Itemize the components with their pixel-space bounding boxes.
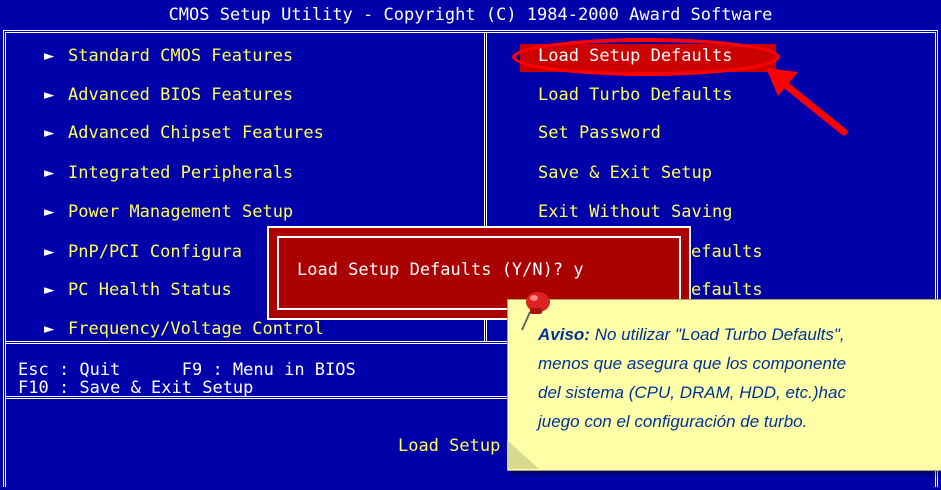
menu-item-pnp-pci[interactable]: ► PnP/PCI Configura [44, 240, 242, 264]
menu-item-partial-defaults-1[interactable]: efaults [691, 240, 763, 264]
menu-item-advanced-chipset[interactable]: ► Advanced Chipset Features [44, 121, 324, 145]
menu-item-advanced-bios[interactable]: ► Advanced BIOS Features [44, 83, 293, 107]
note-text: Aviso: No utilizar "Load Turbo Defaults"… [538, 320, 941, 436]
menu-item-label: PnP/PCI Configura [68, 242, 242, 262]
highlight-ellipse [512, 38, 780, 76]
menu-item-standard-cmos[interactable]: ► Standard CMOS Features [44, 44, 293, 68]
menu-item-load-turbo-defaults[interactable]: Load Turbo Defaults [538, 83, 732, 107]
arrow-icon: ► [44, 46, 55, 66]
note-line-4: juego con el configuración de turbo. [538, 412, 808, 431]
menu-item-label: Power Management Setup [68, 202, 294, 222]
pushpin-icon [521, 292, 550, 331]
arrow-icon: ► [44, 202, 55, 222]
bios-screen: CMOS Setup Utility - Copyright (C) 1984-… [0, 0, 941, 490]
arrow-icon: ► [44, 280, 55, 300]
menu-item-save-exit[interactable]: Save & Exit Setup [538, 161, 712, 185]
help-keys-line-1: Esc : Quit F9 : Menu in BIOS [18, 360, 356, 380]
menu-item-power-management[interactable]: ► Power Management Setup [44, 200, 293, 224]
menu-item-integrated-peripherals[interactable]: ► Integrated Peripherals [44, 161, 293, 185]
note-line-2: menos que asegura que los componente [538, 354, 847, 373]
menu-item-exit-without-saving[interactable]: Exit Without Saving [538, 200, 732, 224]
help-keys-line-2: F10 : Save & Exit Setup [18, 378, 254, 398]
pointer-arrow-icon [766, 68, 848, 136]
menu-item-label: Standard CMOS Features [68, 46, 294, 66]
menu-item-pc-health[interactable]: ► PC Health Status [44, 278, 232, 302]
menu-item-label: PC Health Status [68, 280, 232, 300]
menu-item-set-password[interactable]: Set Password [538, 121, 661, 145]
note-fold [507, 440, 539, 469]
arrow-icon: ► [44, 123, 55, 143]
menu-item-label: Integrated Peripherals [68, 163, 294, 183]
arrow-icon: ► [44, 163, 55, 183]
arrow-icon: ► [44, 319, 55, 339]
window-title: CMOS Setup Utility - Copyright (C) 1984-… [0, 0, 941, 30]
note-line-3: del sistema (CPU, DRAM, HDD, etc.)hac [538, 383, 846, 402]
menu-item-label: Frequency/Voltage Control [68, 319, 324, 339]
menu-item-label: Advanced BIOS Features [68, 85, 294, 105]
dialog-prompt: Load Setup Defaults (Y/N)? y [297, 260, 584, 280]
menu-item-label: Advanced Chipset Features [68, 123, 324, 143]
arrow-icon: ► [44, 242, 55, 262]
warning-note: Aviso: No utilizar "Load Turbo Defaults"… [507, 299, 941, 471]
arrow-icon: ► [44, 85, 55, 105]
note-line-1: No utilizar "Load Turbo Defaults", [594, 325, 845, 344]
menu-item-frequency-voltage[interactable]: ► Frequency/Voltage Control [44, 317, 324, 341]
